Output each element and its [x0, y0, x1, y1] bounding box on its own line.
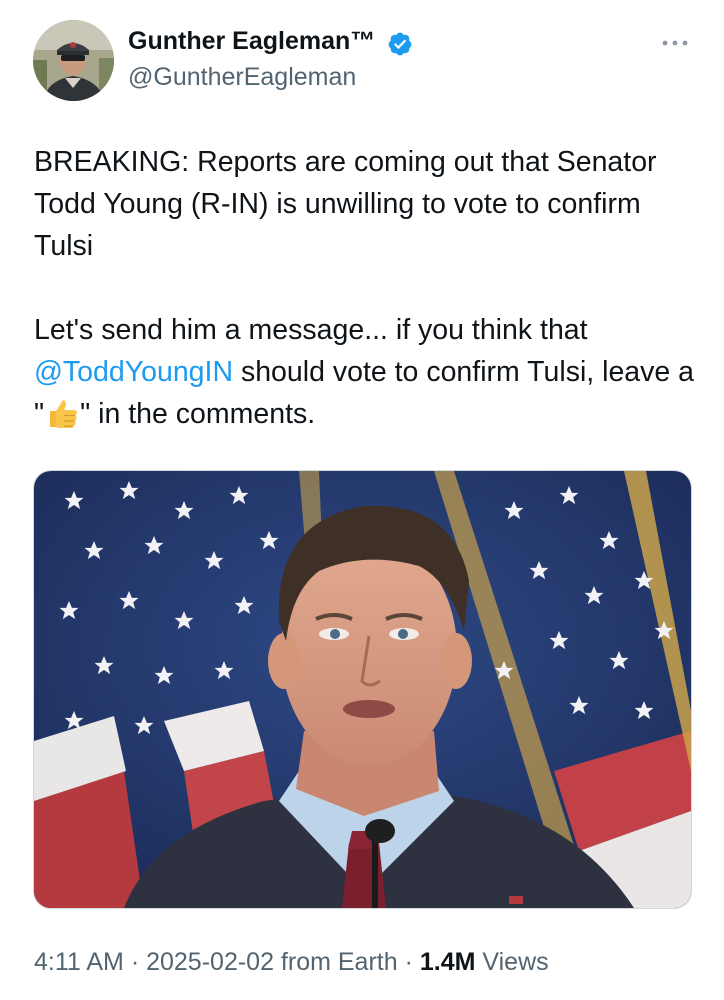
mention-link[interactable]: @ToddYoungIN — [34, 356, 233, 388]
tweet-text: BREAKING: Reports are coming out that Se… — [34, 141, 704, 435]
tweet-source: from Earth — [273, 948, 398, 976]
verified-badge-icon — [388, 32, 412, 56]
tweet-meta: 4:11 AM · 2025-02-02 from Earth · 1.4M V… — [34, 948, 549, 977]
views-label: Views — [475, 948, 549, 976]
tweet-paragraph-1: BREAKING: Reports are coming out that Se… — [34, 146, 657, 262]
tweet-text-segment: Let's send him a message... if you think… — [34, 314, 588, 346]
separator-dot: · — [397, 948, 420, 976]
tweet: Gunther Eagleman™ @GuntherEagleman BREAK… — [0, 0, 724, 1000]
tweet-media-photo[interactable] — [33, 470, 692, 909]
separator-dot: · — [123, 948, 147, 976]
more-options-icon[interactable] — [659, 34, 691, 52]
tweet-paragraph-2: Let's send him a message... if you think… — [34, 309, 704, 435]
author-handle[interactable]: @GuntherEagleman — [128, 63, 356, 92]
author-display-name[interactable]: Gunther Eagleman™ — [128, 27, 375, 56]
views-count[interactable]: 1.4M — [420, 948, 476, 976]
tweet-date[interactable]: 2025-02-02 — [146, 948, 274, 976]
tweet-time[interactable]: 4:11 AM — [34, 948, 124, 976]
thumbs-up-emoji — [50, 400, 78, 428]
avatar[interactable] — [33, 20, 114, 101]
tweet-text-segment: " in the comments. — [80, 398, 316, 430]
